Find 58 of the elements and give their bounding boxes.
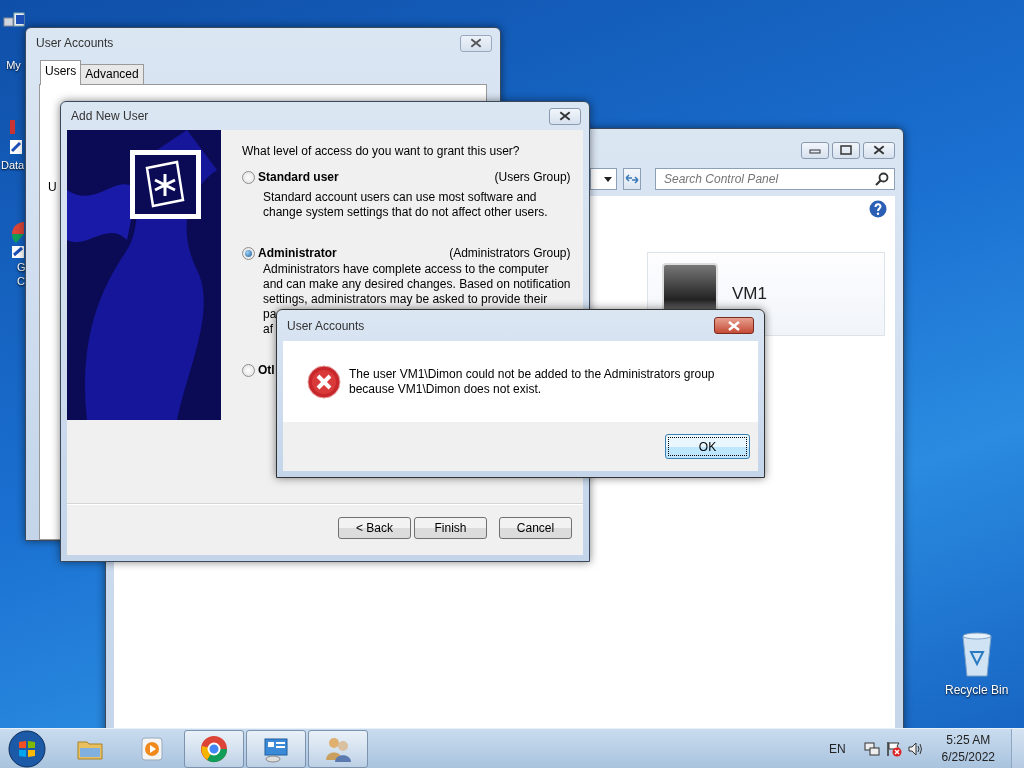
minimize-icon bbox=[809, 146, 821, 154]
search-icon[interactable] bbox=[875, 172, 889, 186]
language-indicator: EN bbox=[828, 741, 846, 756]
group-label: (Administrators Group) bbox=[449, 246, 571, 260]
close-button[interactable] bbox=[549, 107, 581, 125]
dialog-button[interactable]: Cancel bbox=[499, 517, 572, 539]
caret-icon[interactable] bbox=[604, 176, 612, 182]
dialog-button[interactable]: < Back bbox=[338, 517, 411, 539]
close-button[interactable] bbox=[460, 34, 492, 52]
error-icon bbox=[307, 364, 341, 399]
time-text: 5:25 AM bbox=[946, 731, 991, 749]
window-title: User Accounts bbox=[287, 318, 366, 333]
ok-button[interactable]: OK bbox=[665, 434, 750, 459]
label-text: U bbox=[48, 180, 57, 194]
window-title: Add New User bbox=[71, 109, 150, 123]
minimize-button[interactable] bbox=[801, 141, 829, 159]
icon-label[interactable]: G C bbox=[17, 260, 26, 288]
taskbar-button[interactable] bbox=[308, 729, 368, 768]
option-label: Standard user bbox=[258, 170, 339, 184]
user-name: VM1 bbox=[732, 284, 767, 304]
address-field[interactable] bbox=[590, 168, 617, 190]
refresh-button[interactable] bbox=[623, 168, 641, 190]
option-label: Administrator bbox=[258, 246, 337, 260]
search-field[interactable]: Search Control Panel bbox=[655, 168, 895, 190]
radio-button[interactable] bbox=[242, 363, 255, 377]
option-description: Standard account users can use most software and change system settings that do not affect other users. bbox=[263, 190, 549, 220]
radio-button[interactable] bbox=[242, 170, 255, 184]
window-title: User Accounts bbox=[36, 36, 115, 50]
question-text: What level of access do you want to grant this user? bbox=[242, 144, 521, 158]
speaker-icon[interactable] bbox=[907, 740, 924, 757]
taskbar-button[interactable] bbox=[246, 729, 306, 768]
computer-icon[interactable] bbox=[2, 12, 25, 27]
maximize-button[interactable] bbox=[832, 141, 860, 159]
network-icon[interactable] bbox=[863, 740, 880, 757]
tab[interactable]: Users bbox=[40, 60, 82, 85]
group-label: (Users Group) bbox=[494, 170, 571, 184]
icon-label[interactable]: Data bbox=[1, 158, 25, 172]
clock[interactable]: 5:25 AM 6/25/2022 bbox=[941, 731, 995, 766]
date-text: 6/25/2022 bbox=[941, 748, 995, 766]
refresh-icon bbox=[624, 173, 640, 185]
icon-label[interactable]: My bbox=[6, 58, 21, 72]
text-fragment: pa bbox=[263, 307, 277, 322]
help-icon[interactable] bbox=[869, 200, 887, 218]
dialog-button[interactable]: Finish bbox=[414, 517, 487, 539]
maximize-icon bbox=[840, 145, 852, 155]
error-message: The user VM1\Dimon could not be added to the Administrators group because VM1\Dimon does not exist. bbox=[349, 366, 715, 397]
start-button[interactable] bbox=[8, 729, 46, 768]
tab[interactable]: Advanced bbox=[80, 64, 144, 84]
icon-label[interactable]: Recycle Bin bbox=[945, 683, 1009, 697]
option-label: Otl bbox=[258, 363, 275, 377]
radio-button[interactable] bbox=[242, 246, 255, 260]
taskbar-button[interactable] bbox=[184, 729, 244, 768]
close-button[interactable] bbox=[863, 141, 895, 159]
browser-icon bbox=[199, 733, 229, 764]
text-fragment: af bbox=[263, 322, 273, 337]
shortcut-icon[interactable] bbox=[10, 220, 24, 260]
flag-icon[interactable] bbox=[885, 740, 902, 757]
close-button[interactable] bbox=[714, 317, 754, 334]
